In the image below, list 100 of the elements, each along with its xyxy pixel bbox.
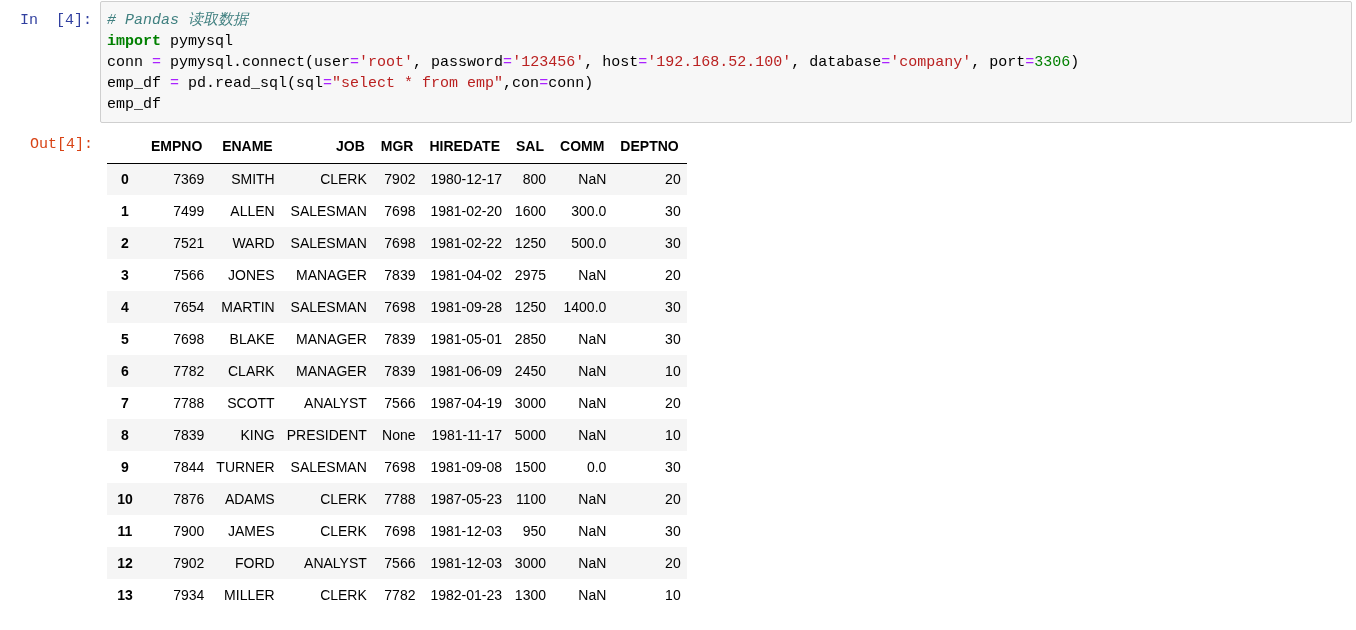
row-index: 8 (107, 419, 143, 451)
table-cell: NaN (552, 355, 613, 387)
table-cell: FORD (210, 547, 281, 579)
table-cell: 10 (612, 579, 687, 611)
column-header: JOB (280, 131, 373, 163)
table-cell: 7900 (143, 515, 211, 547)
table-cell: 1981-09-08 (421, 451, 508, 483)
table-cell: MILLER (210, 579, 281, 611)
table-cell: 1981-12-03 (421, 547, 508, 579)
row-index: 2 (107, 227, 143, 259)
row-index: 0 (107, 163, 143, 195)
table-cell: SALESMAN (280, 451, 373, 483)
table-cell: 30 (612, 515, 687, 547)
table-cell: 10 (612, 355, 687, 387)
table-cell: 7839 (372, 259, 422, 291)
table-cell: SALESMAN (280, 227, 373, 259)
table-cell: 30 (612, 323, 687, 355)
table-cell: 7788 (143, 387, 211, 419)
table-cell: NaN (552, 323, 613, 355)
table-cell: NaN (552, 259, 613, 291)
table-cell: ALLEN (210, 195, 281, 227)
column-header: MGR (372, 131, 422, 163)
table-cell: 3000 (508, 547, 552, 579)
row-index: 6 (107, 355, 143, 387)
table-cell: SALESMAN (280, 291, 373, 323)
table-cell: 3000 (508, 387, 552, 419)
table-cell: 1981-05-01 (421, 323, 508, 355)
row-index: 13 (107, 579, 143, 611)
table-cell: 500.0 (552, 227, 613, 259)
table-cell: 7499 (143, 195, 211, 227)
table-cell: WARD (210, 227, 281, 259)
row-index: 12 (107, 547, 143, 579)
table-cell: NaN (552, 579, 613, 611)
table-cell: None (372, 419, 422, 451)
table-cell: 1980-12-17 (421, 163, 508, 195)
table-cell: 7698 (372, 227, 422, 259)
table-cell: NaN (552, 483, 613, 515)
table-cell: CLERK (280, 483, 373, 515)
table-cell: 7698 (372, 291, 422, 323)
table-cell: SALESMAN (280, 195, 373, 227)
table-cell: 7698 (372, 451, 422, 483)
input-prompt: In [4]: (19, 11, 93, 31)
code-editor[interactable]: # Pandas 读取数据 import pymysql conn = pymysql.connect(user='root', password='123456', host='192.168.52.100', database='company', port=3306) emp_df = pd.read_sql(sql="select * from emp",con=conn) emp_df (100, 1, 1352, 123)
table-cell: 10 (612, 419, 687, 451)
table-cell: NaN (552, 163, 613, 195)
column-header: SAL (508, 131, 552, 163)
table-cell: 1981-02-22 (421, 227, 508, 259)
column-header: EMPNO (143, 131, 211, 163)
row-index: 5 (107, 323, 143, 355)
table-cell: 2850 (508, 323, 552, 355)
table-cell: NaN (552, 419, 613, 451)
column-header: HIREDATE (421, 131, 508, 163)
table-cell: 20 (612, 387, 687, 419)
table-cell: CLARK (210, 355, 281, 387)
row-index: 1 (107, 195, 143, 227)
code-line: conn = pymysql.connect(user='root', password='123456', host='192.168.52.100', database='company', port=3306) (107, 53, 1080, 73)
code-line: # Pandas 读取数据 (107, 10, 248, 31)
table-cell: 1300 (508, 579, 552, 611)
table-cell: 7839 (372, 355, 422, 387)
table-cell: 1981-04-02 (421, 259, 508, 291)
table-cell: 7521 (143, 227, 211, 259)
table-cell: MARTIN (210, 291, 281, 323)
table-cell: JONES (210, 259, 281, 291)
table-cell: 300.0 (552, 195, 613, 227)
table-cell: ANALYST (280, 547, 373, 579)
table-cell: 1981-06-09 (421, 355, 508, 387)
table-cell: SCOTT (210, 387, 281, 419)
table-cell: 7902 (143, 547, 211, 579)
table-cell: 7566 (372, 547, 422, 579)
table-cell: MANAGER (280, 259, 373, 291)
table-cell: 7782 (143, 355, 211, 387)
table-cell: 1987-04-19 (421, 387, 508, 419)
row-index: 10 (107, 483, 143, 515)
table-cell: NaN (552, 547, 613, 579)
table-cell: 2975 (508, 259, 552, 291)
table-cell: 7934 (143, 579, 211, 611)
table-cell: 5000 (508, 419, 552, 451)
table-cell: 20 (612, 259, 687, 291)
table-cell: SMITH (210, 163, 281, 195)
table-cell: 20 (612, 483, 687, 515)
table-cell: 20 (612, 547, 687, 579)
table-cell: 30 (612, 451, 687, 483)
code-line: emp_df = pd.read_sql(sql="select * from emp",con=conn) (107, 74, 594, 94)
table-cell: 20 (612, 163, 687, 195)
table-cell: 950 (508, 515, 552, 547)
table-cell: 1250 (508, 227, 552, 259)
table-cell: 1981-02-20 (421, 195, 508, 227)
table-cell: 1987-05-23 (421, 483, 508, 515)
table-cell: 30 (612, 227, 687, 259)
table-cell: NaN (552, 387, 613, 419)
table-cell: 7566 (372, 387, 422, 419)
table-cell: 1981-12-03 (421, 515, 508, 547)
row-index: 9 (107, 451, 143, 483)
row-index: 7 (107, 387, 143, 419)
table-cell: 1100 (508, 483, 552, 515)
table-cell: 1250 (508, 291, 552, 323)
table-cell: 7876 (143, 483, 211, 515)
table-cell: 7654 (143, 291, 211, 323)
table-cell: 7844 (143, 451, 211, 483)
row-index: 3 (107, 259, 143, 291)
